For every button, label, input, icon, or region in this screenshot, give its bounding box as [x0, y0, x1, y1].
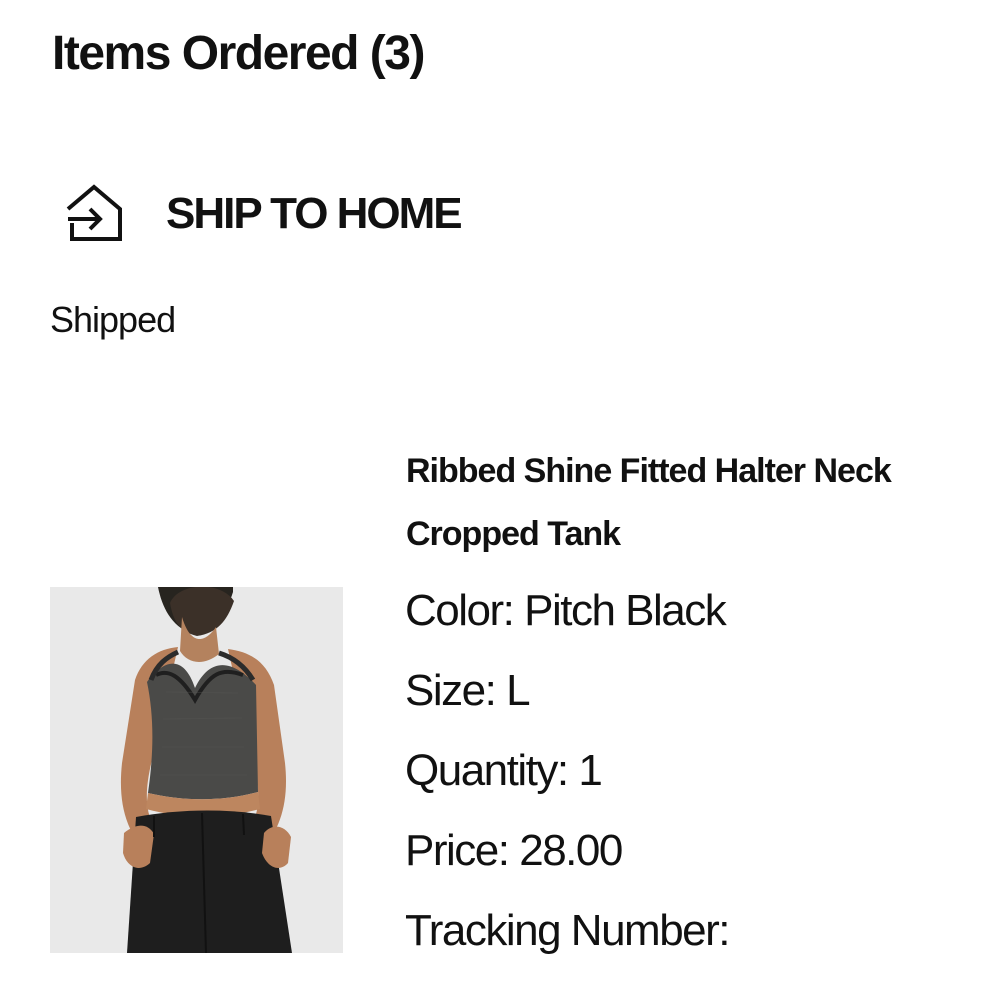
price-line: Price: 28.00 — [405, 823, 623, 879]
price-value: 28.00 — [519, 826, 623, 875]
ship-to-home-label: SHIP TO HOME — [166, 189, 463, 238]
product-image[interactable] — [50, 587, 343, 953]
quantity-value: 1 — [578, 746, 602, 795]
home-arrow-icon — [66, 184, 122, 241]
product-name[interactable]: Ribbed Shine Fitted Halter Neck Cropped … — [406, 440, 966, 566]
quantity-line: Quantity: 1 — [405, 743, 603, 799]
size-label: Size: — [405, 666, 497, 715]
color-label: Color: — [405, 586, 515, 635]
color-value: Pitch Black — [524, 586, 727, 635]
ship-to-home-row: SHIP TO HOME — [62, 178, 463, 248]
price-label: Price: — [405, 826, 510, 875]
tracking-label: Tracking Number: — [405, 906, 731, 955]
product-photo — [50, 587, 343, 953]
size-line: Size: L — [405, 663, 531, 719]
shipment-status: Shipped — [50, 299, 176, 340]
items-ordered-heading: Items Ordered (3) — [52, 27, 425, 80]
size-value: L — [506, 666, 530, 715]
color-line: Color: Pitch Black — [405, 583, 727, 639]
tracking-line: Tracking Number: — [405, 903, 731, 959]
quantity-label: Quantity: — [405, 746, 569, 795]
